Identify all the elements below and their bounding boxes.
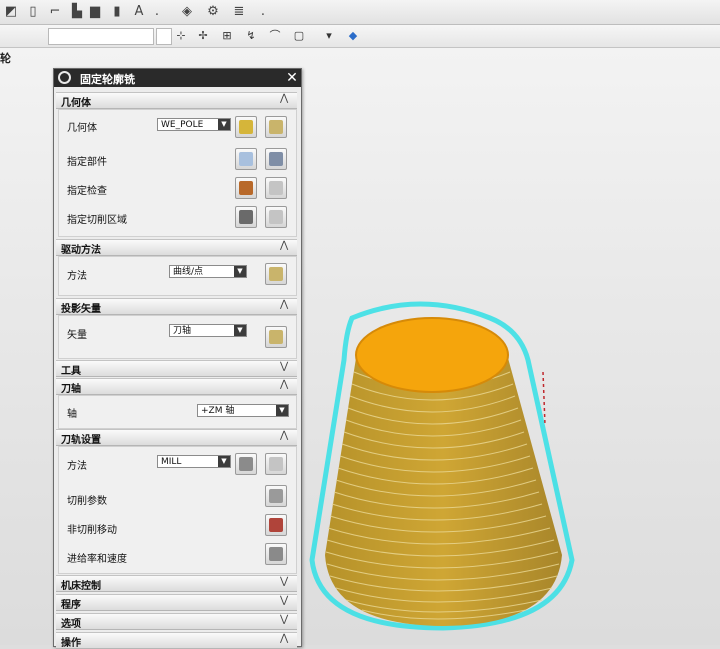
new-geometry-button[interactable]	[235, 116, 257, 138]
tool-axis-marker	[542, 371, 546, 426]
select-value: WE_POLE	[161, 120, 204, 130]
edit-method-button[interactable]	[265, 453, 287, 475]
wrench-icon	[269, 330, 283, 344]
chevron-up-icon[interactable]: ⋀	[280, 93, 288, 104]
drive-method-select[interactable]: 曲线/点 ▼	[169, 265, 247, 278]
non-cutting-moves-button[interactable]	[265, 514, 287, 536]
section-header: 选项	[61, 619, 81, 630]
flashlight-icon	[269, 181, 283, 195]
chevron-down-icon: ▼	[276, 405, 288, 416]
row-label: 轴	[67, 409, 77, 420]
chevron-down-icon[interactable]: ⋁	[280, 361, 288, 372]
feeds-speeds-button[interactable]	[265, 543, 287, 565]
edit-drive-button[interactable]	[265, 263, 287, 285]
chevron-down-icon: ▼	[218, 456, 230, 467]
select-value: 曲线/点	[173, 267, 204, 277]
row-label: 几何体	[67, 123, 97, 134]
wrench-icon	[269, 120, 283, 134]
section-geometry[interactable]: 几何体 ⋀	[56, 92, 297, 109]
section-projection-vector[interactable]: 投影矢量 ⋀	[56, 298, 297, 315]
dialog-titlebar: 固定轮廓铣 ✕	[54, 69, 301, 87]
section-header: 刀轴	[61, 384, 81, 395]
tool-path-body: 方法 MILL ▼ 切削参数 非切削移动 进给率和速度	[58, 446, 297, 574]
select-value: MILL	[161, 457, 182, 467]
dialog-gear-icon[interactable]	[58, 71, 71, 84]
chevron-down-icon: ▼	[218, 119, 230, 130]
cutting-parameters-button[interactable]	[265, 485, 287, 507]
chevron-down-icon[interactable]: ⋁	[280, 576, 288, 587]
dialog-title: 固定轮廓铣	[80, 73, 135, 86]
row-label: 进给率和速度	[67, 554, 127, 565]
check-geometry-icon	[239, 181, 253, 195]
cone-top-face	[355, 317, 509, 393]
section-program[interactable]: 程序 ⋁	[56, 594, 297, 611]
row-label: 方法	[67, 271, 87, 282]
section-header: 驱动方法	[61, 245, 101, 256]
vector-select[interactable]: 刀轴 ▼	[169, 324, 247, 337]
edit-vector-button[interactable]	[265, 326, 287, 348]
section-drive-method[interactable]: 驱动方法 ⋀	[56, 239, 297, 256]
section-tool-axis[interactable]: 刀轴 ⋀	[56, 378, 297, 395]
section-tool-path-settings[interactable]: 刀轨设置 ⋀	[56, 429, 297, 446]
section-header: 工具	[61, 366, 81, 377]
cut-area-icon	[239, 210, 253, 224]
method-icon	[239, 457, 253, 471]
projection-body: 矢量 刀轴 ▼	[58, 315, 297, 359]
section-header: 机床控制	[61, 581, 101, 592]
specify-part-button[interactable]	[235, 148, 257, 170]
section-header: 投影矢量	[61, 304, 101, 315]
chevron-up-icon[interactable]: ⋀	[280, 430, 288, 441]
show-check-button[interactable]	[265, 177, 287, 199]
chevron-down-icon[interactable]: ⋁	[280, 595, 288, 606]
show-part-button[interactable]	[265, 148, 287, 170]
part-icon	[239, 152, 253, 166]
cutting-params-icon	[269, 489, 283, 503]
row-label: 方法	[67, 461, 87, 472]
section-header: 几何体	[61, 98, 91, 109]
new-method-button[interactable]	[235, 453, 257, 475]
flashlight-icon	[269, 152, 283, 166]
wrench-icon	[269, 457, 283, 471]
specify-cut-area-button[interactable]	[235, 206, 257, 228]
chevron-up-icon[interactable]: ⋀	[280, 633, 288, 644]
drive-body: 方法 曲线/点 ▼	[58, 256, 297, 296]
section-machine-control[interactable]: 机床控制 ⋁	[56, 575, 297, 592]
flashlight-icon	[269, 210, 283, 224]
select-value: +ZM 轴	[201, 406, 235, 416]
row-label: 指定切削区域	[67, 215, 127, 226]
row-label: 指定检查	[67, 186, 107, 197]
section-header: 操作	[61, 638, 81, 649]
chevron-up-icon[interactable]: ⋀	[280, 379, 288, 390]
section-header: 程序	[61, 600, 81, 611]
feed-speed-icon	[269, 547, 283, 561]
fixed-contour-dialog: 固定轮廓铣 ✕ 几何体 ⋀ 几何体 WE_POLE ▼ 指定部件 指定检查 指定…	[53, 68, 302, 649]
section-header: 刀轨设置	[61, 435, 101, 446]
geometry-body: 几何体 WE_POLE ▼ 指定部件 指定检查 指定切削区域	[58, 109, 297, 237]
row-label: 非切削移动	[67, 525, 117, 536]
geometry-select[interactable]: WE_POLE ▼	[157, 118, 231, 131]
row-label: 切削参数	[67, 496, 107, 507]
non-cutting-icon	[269, 518, 283, 532]
select-value: 刀轴	[173, 326, 192, 336]
row-label: 指定部件	[67, 157, 107, 168]
wrench-icon	[269, 267, 283, 281]
section-options[interactable]: 选项 ⋁	[56, 613, 297, 630]
chevron-up-icon[interactable]: ⋀	[280, 240, 288, 251]
axis-select[interactable]: +ZM 轴 ▼	[197, 404, 289, 417]
cone-side	[325, 358, 562, 626]
show-cut-area-button[interactable]	[265, 206, 287, 228]
chevron-down-icon: ▼	[234, 266, 246, 277]
tool-axis-body: 轴 +ZM 轴 ▼	[58, 395, 297, 429]
section-actions[interactable]: 操作 ⋀	[56, 632, 297, 649]
section-tool[interactable]: 工具 ⋁	[56, 360, 297, 377]
chevron-down-icon[interactable]: ⋁	[280, 614, 288, 625]
row-label: 矢量	[67, 330, 87, 341]
close-button[interactable]: ✕	[284, 69, 300, 87]
geometry-icon	[239, 120, 253, 134]
edit-geometry-button[interactable]	[265, 116, 287, 138]
specify-check-button[interactable]	[235, 177, 257, 199]
chevron-up-icon[interactable]: ⋀	[280, 299, 288, 310]
tool-path-method-select[interactable]: MILL ▼	[157, 455, 231, 468]
chevron-down-icon: ▼	[234, 325, 246, 336]
